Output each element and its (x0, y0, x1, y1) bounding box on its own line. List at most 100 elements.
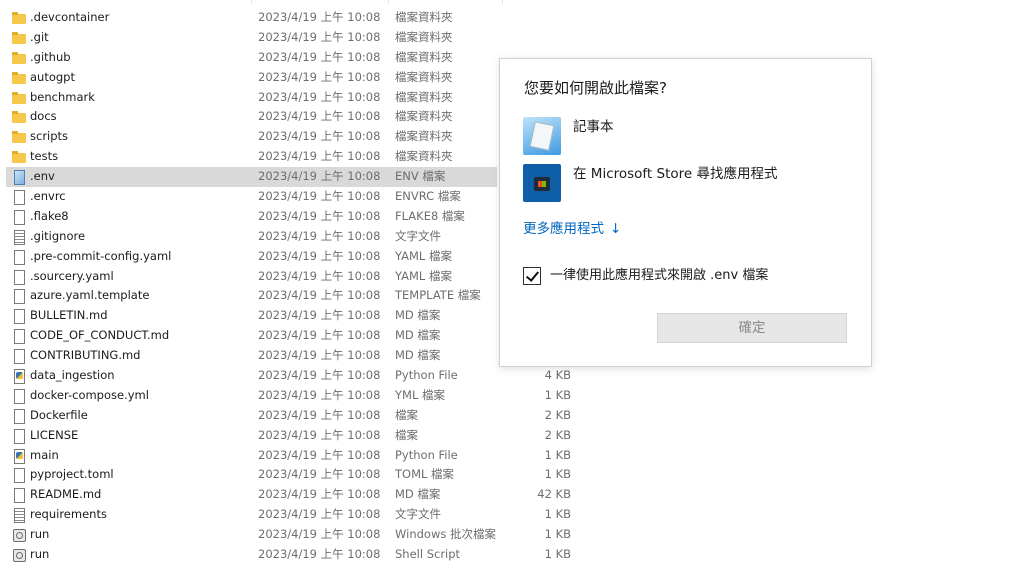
file-icon (12, 269, 26, 285)
file-date: 2023/4/19 上午 10:08 (258, 487, 381, 502)
file-name: benchmark (30, 89, 95, 104)
column-divider[interactable] (251, 0, 252, 4)
file-type: FLAKE8 檔案 (395, 208, 465, 223)
column-divider[interactable] (388, 0, 389, 4)
file-name: run (30, 527, 50, 542)
file-type: MD 檔案 (395, 328, 441, 343)
file-name: CODE_OF_CONDUCT.md (30, 328, 170, 343)
file-row[interactable]: run 2023/4/19 上午 10:08 Shell Script 1 KB (0, 545, 1024, 565)
batch-file-icon (12, 548, 26, 563)
file-row[interactable]: README.md 2023/4/19 上午 10:08 MD 檔案 42 KB (0, 485, 1024, 505)
file-row[interactable]: .devcontainer 2023/4/19 上午 10:08 檔案資料夾 (0, 8, 1024, 28)
file-name: docker-compose.yml (30, 387, 149, 402)
app-option-label: 在 Microsoft Store 尋找應用程式 (573, 166, 778, 182)
file-icon (12, 209, 26, 225)
file-name: CONTRIBUTING.md (30, 348, 141, 363)
file-type: 檔案資料夾 (395, 69, 453, 84)
file-date: 2023/4/19 上午 10:08 (258, 368, 381, 383)
file-date: 2023/4/19 上午 10:08 (258, 348, 381, 363)
file-type: TOML 檔案 (395, 467, 455, 482)
python-file-icon (12, 448, 26, 464)
file-name: run (30, 547, 50, 562)
folder-icon (12, 91, 26, 105)
python-file-icon (12, 369, 26, 385)
microsoft-store-icon (523, 164, 561, 202)
file-date: 2023/4/19 上午 10:08 (258, 467, 381, 482)
file-type: 檔案資料夾 (395, 89, 453, 104)
file-row[interactable]: LICENSE 2023/4/19 上午 10:08 檔案 2 KB (0, 426, 1024, 446)
file-size: 1 KB (544, 527, 571, 542)
file-icon (12, 408, 26, 424)
file-name: README.md (30, 487, 102, 502)
file-size: 1 KB (544, 547, 571, 562)
file-row[interactable]: .git 2023/4/19 上午 10:08 檔案資料夾 (0, 28, 1024, 48)
file-date: 2023/4/19 上午 10:08 (258, 447, 381, 462)
file-size: 1 KB (544, 387, 571, 402)
file-name: data_ingestion (30, 368, 115, 383)
file-date: 2023/4/19 上午 10:08 (258, 208, 381, 223)
always-use-label: 一律使用此應用程式來開啟 .env 檔案 (550, 268, 769, 283)
file-date: 2023/4/19 上午 10:08 (258, 149, 381, 164)
file-type: 檔案資料夾 (395, 149, 453, 164)
file-date: 2023/4/19 上午 10:08 (258, 507, 381, 522)
file-name: .devcontainer (30, 10, 110, 24)
file-row[interactable]: pyproject.toml 2023/4/19 上午 10:08 TOML 檔案 1… (0, 465, 1024, 485)
text-file-icon (12, 229, 26, 245)
file-icon (12, 388, 26, 404)
more-apps-link[interactable]: 更多應用程式 ↓ (523, 217, 621, 237)
file-name: .github (30, 49, 71, 64)
file-type: YAML 檔案 (395, 268, 452, 283)
file-date: 2023/4/19 上午 10:08 (258, 527, 381, 542)
file-type: Python File (395, 447, 458, 462)
batch-file-icon (12, 528, 26, 543)
file-name: tests (30, 149, 59, 164)
file-type: 檔案 (395, 407, 418, 422)
file-date: 2023/4/19 上午 10:08 (258, 427, 381, 442)
file-date: 2023/4/19 上午 10:08 (258, 89, 381, 104)
dialog-title: 您要如何開啟此檔案? (524, 79, 667, 97)
file-icon (12, 349, 26, 365)
always-use-checkbox[interactable] (523, 267, 541, 285)
folder-icon (12, 150, 26, 164)
file-name: .pre-commit-config.yaml (30, 248, 172, 263)
file-type: MD 檔案 (395, 308, 441, 323)
file-name: BULLETIN.md (30, 308, 108, 323)
file-type: TEMPLATE 檔案 (395, 288, 481, 303)
file-date: 2023/4/19 上午 10:08 (258, 407, 381, 422)
file-date: 2023/4/19 上午 10:08 (258, 29, 381, 44)
file-date: 2023/4/19 上午 10:08 (258, 288, 381, 303)
folder-icon (12, 130, 26, 144)
file-type: MD 檔案 (395, 487, 441, 502)
file-row[interactable]: data_ingestion 2023/4/19 上午 10:08 Python F… (0, 366, 1024, 386)
file-name: LICENSE (30, 427, 79, 442)
file-date: 2023/4/19 上午 10:08 (258, 10, 381, 24)
file-name: main (30, 447, 59, 462)
file-type: 文字文件 (395, 507, 441, 522)
file-name: requirements (30, 507, 107, 522)
file-name: Dockerfile (30, 407, 88, 422)
file-type: Windows 批次檔案 (395, 527, 496, 542)
file-row[interactable]: requirements 2023/4/19 上午 10:08 文字文件 1 KB (0, 505, 1024, 525)
file-name: .flake8 (30, 208, 69, 223)
file-type: 檔案資料夾 (395, 49, 453, 64)
column-divider[interactable] (502, 0, 503, 4)
file-date: 2023/4/19 上午 10:08 (258, 328, 381, 343)
file-icon (12, 488, 26, 504)
file-size: 1 KB (544, 507, 571, 522)
file-row[interactable]: main 2023/4/19 上午 10:08 Python File 1 KB (0, 446, 1024, 466)
folder-icon (12, 31, 26, 45)
file-type: 檔案 (395, 427, 418, 442)
file-row[interactable]: run 2023/4/19 上午 10:08 Windows 批次檔案 1 KB (0, 525, 1024, 545)
file-name: .sourcery.yaml (30, 268, 114, 283)
app-option-notepad[interactable]: 記事本 (523, 117, 853, 157)
file-icon (12, 468, 26, 484)
file-date: 2023/4/19 上午 10:08 (258, 189, 381, 204)
file-row[interactable]: Dockerfile 2023/4/19 上午 10:08 檔案 2 KB (0, 406, 1024, 426)
folder-icon (12, 11, 26, 25)
app-option-microsoft-store[interactable]: 在 Microsoft Store 尋找應用程式 (523, 164, 853, 204)
file-name: .git (30, 29, 49, 44)
file-type: MD 檔案 (395, 348, 441, 363)
file-name: azure.yaml.template (30, 288, 150, 303)
file-row[interactable]: docker-compose.yml 2023/4/19 上午 10:08 YML … (0, 386, 1024, 406)
ok-button[interactable]: 確定 (657, 313, 847, 343)
